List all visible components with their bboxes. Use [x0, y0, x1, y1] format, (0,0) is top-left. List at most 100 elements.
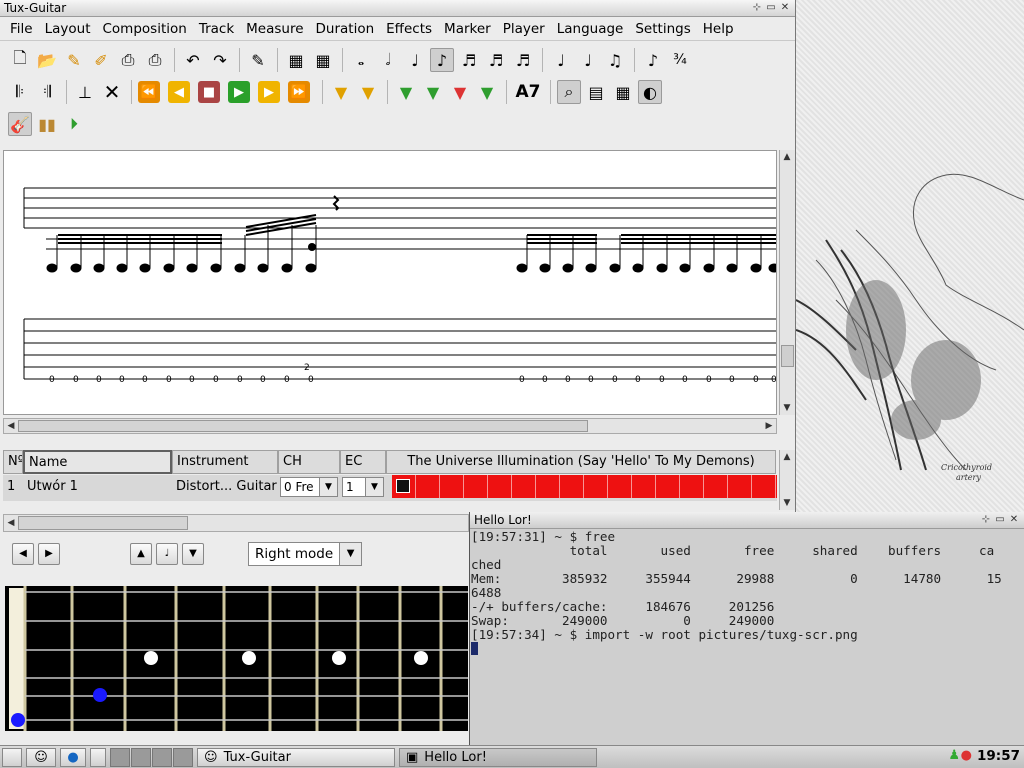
menu-layout[interactable]: Layout — [39, 21, 97, 37]
scroll-thumb[interactable] — [18, 420, 588, 432]
scroll-thumb[interactable] — [781, 345, 794, 367]
tuplet-icon[interactable]: ♫ — [603, 48, 627, 72]
whole-note-icon[interactable]: 𝅝 — [349, 48, 373, 72]
eighth-note-icon[interactable]: ♪ — [430, 48, 454, 72]
scroll-up-icon[interactable]: ▲ — [780, 450, 794, 464]
time-signature-icon[interactable]: ¾ — [668, 48, 692, 72]
new-file-icon[interactable]: 🗋 — [8, 48, 32, 72]
repeat-close-icon[interactable]: 𝄇 — [35, 80, 59, 104]
menu-language[interactable]: Language — [551, 21, 630, 37]
marker-add-icon[interactable]: ▼ — [329, 80, 353, 104]
open-folder-icon[interactable]: 📂 — [35, 48, 59, 72]
edit-pencil-icon[interactable]: ✎ — [62, 48, 86, 72]
previous-icon[interactable]: ◀ — [168, 81, 190, 103]
stop-icon[interactable]: ■ — [198, 81, 220, 103]
channel-select[interactable]: 0 Fre ▼ — [280, 477, 338, 497]
col-instrument-header[interactable]: Instrument — [172, 450, 278, 474]
task-tuxguitar[interactable]: ☺ Tux-Guitar — [197, 747, 395, 767]
mixer-icon[interactable]: ▮▮ — [35, 112, 59, 136]
col-name-header[interactable]: Name — [23, 450, 172, 474]
pin-icon[interactable]: ⊹ — [751, 2, 763, 14]
track-name[interactable]: Utwór 1 — [23, 475, 172, 501]
clock[interactable]: 19:57 — [977, 748, 1020, 764]
workspace-2[interactable] — [131, 747, 151, 767]
effect-channel-select[interactable]: 1 ▼ — [342, 477, 384, 497]
note-head[interactable] — [679, 263, 691, 273]
menu-measure[interactable]: Measure — [240, 21, 309, 37]
terminal-titlebar[interactable]: Hello Lor! ⊹ ▭ ✕ — [470, 512, 1024, 529]
tray-network-icon[interactable]: ● — [961, 748, 972, 763]
note-head[interactable] — [516, 263, 528, 273]
undo-icon[interactable]: ↶ — [181, 48, 205, 72]
note-head[interactable] — [703, 263, 715, 273]
note-duration-icon[interactable]: ♩ — [156, 543, 178, 565]
sixteenth-note-icon[interactable]: ♬ — [457, 48, 481, 72]
marker-next-icon[interactable]: ▼ — [448, 80, 472, 104]
close-icon[interactable]: ✕ — [1008, 514, 1020, 526]
note-head[interactable] — [70, 263, 82, 273]
menu-settings[interactable]: Settings — [629, 21, 696, 37]
note-head[interactable] — [257, 263, 269, 273]
score-zoom-icon[interactable]: ⌕ — [557, 80, 581, 104]
note-head[interactable] — [750, 263, 762, 273]
track-horizontal-scrollbar[interactable]: ◀ — [3, 514, 469, 532]
fast-forward-icon[interactable]: ⏩ — [288, 81, 310, 103]
note-head[interactable] — [186, 263, 198, 273]
menu-file[interactable]: File — [4, 21, 39, 37]
next-beat-button[interactable]: ▶ — [38, 543, 60, 565]
chevron-down-icon[interactable]: ▼ — [339, 543, 362, 565]
fretboard[interactable] — [5, 586, 468, 731]
note-head[interactable] — [116, 263, 128, 273]
insert-rest-icon[interactable]: ⊥ — [73, 80, 97, 104]
play-icon[interactable]: ▶ — [228, 81, 250, 103]
workspace-4[interactable] — [173, 747, 193, 767]
note-head[interactable] — [93, 263, 105, 273]
scale-up-button[interactable]: ▲ — [130, 543, 152, 565]
menu-composition[interactable]: Composition — [97, 21, 193, 37]
note-head[interactable] — [281, 263, 293, 273]
show-desktop-button[interactable] — [2, 747, 22, 767]
minimize-icon[interactable]: ▭ — [994, 514, 1006, 526]
note-head[interactable] — [562, 263, 574, 273]
tab-view-icon[interactable]: ▦ — [311, 48, 335, 72]
note-head[interactable] — [726, 263, 738, 273]
print-icon[interactable]: ⎙ — [116, 48, 140, 72]
menu-marker[interactable]: Marker — [438, 21, 497, 37]
hand-mode-select[interactable]: Right mode ▼ — [248, 542, 363, 566]
menu-player[interactable]: Player — [497, 21, 551, 37]
piano-toggle-icon[interactable]: ▦ — [611, 80, 635, 104]
score-horizontal-scrollbar[interactable]: ◀ ▶ — [3, 418, 777, 434]
note-head[interactable] — [632, 263, 644, 273]
score-editor[interactable]: 0 0 0 0 0 0 0 0 0 0 0 0 0 0 0 0 0 0 0 0 0 0 0 0 2 — [3, 150, 777, 415]
scale-down-button[interactable]: ▼ — [182, 543, 204, 565]
volume-icon[interactable]: ◐ — [638, 80, 662, 104]
tray-user-icon[interactable]: ♟ — [948, 748, 960, 763]
note-head[interactable] — [585, 263, 597, 273]
guitar-icon[interactable]: 🎸 — [8, 112, 32, 136]
note-head[interactable] — [234, 263, 246, 273]
col-effect-channel-header[interactable]: EC — [340, 450, 386, 474]
terminal-output[interactable]: [19:57:31] ~ $ free total used free shar… — [470, 530, 1024, 745]
scroll-up-icon[interactable]: ▲ — [780, 150, 794, 164]
previous-beat-button[interactable]: ◀ — [12, 543, 34, 565]
marker-first-icon[interactable]: ▼ — [394, 80, 418, 104]
menu-help[interactable]: Help — [697, 21, 740, 37]
col-number-header[interactable]: Nº — [3, 450, 23, 474]
double-dotted-note-icon[interactable]: ♩ — [576, 48, 600, 72]
note-head[interactable] — [210, 263, 222, 273]
note-head[interactable] — [46, 263, 58, 273]
menu-effects[interactable]: Effects — [380, 21, 438, 37]
thirty-second-note-icon[interactable]: ♬ — [484, 48, 508, 72]
scroll-right-icon[interactable]: ▶ — [762, 419, 776, 433]
scroll-down-icon[interactable]: ▼ — [780, 496, 794, 510]
half-note-icon[interactable]: 𝅗𝅥 — [376, 48, 400, 72]
note-head[interactable] — [609, 263, 621, 273]
chord-button[interactable]: A7 — [513, 80, 543, 104]
menu-duration[interactable]: Duration — [310, 21, 381, 37]
save-as-icon[interactable]: ✐ — [89, 48, 113, 72]
note-head[interactable] — [139, 263, 151, 273]
note-head[interactable] — [768, 263, 777, 273]
terminal-window[interactable]: Hello Lor! ⊹ ▭ ✕ [19:57:31] ~ $ free tot… — [469, 512, 1024, 745]
fretboard-toggle-icon[interactable]: ▤ — [584, 80, 608, 104]
delete-icon[interactable]: ✕ — [100, 80, 124, 104]
